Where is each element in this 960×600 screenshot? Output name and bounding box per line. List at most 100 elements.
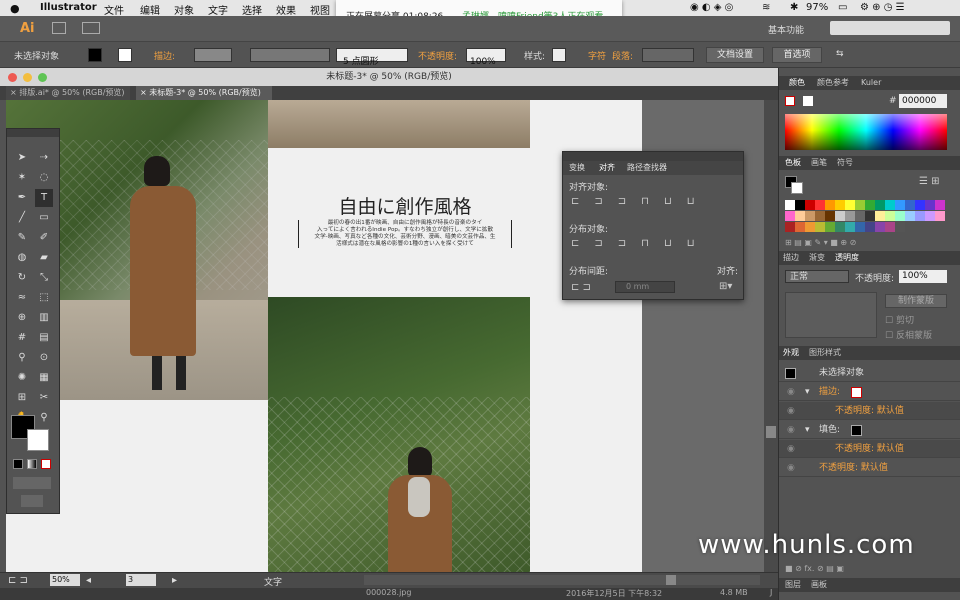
swatch-view-buttons[interactable]: ☰ ⊞ — [919, 176, 947, 188]
warp-tool-icon[interactable]: ≈ — [13, 289, 31, 307]
artboard-tool-icon[interactable]: ⊞ — [13, 389, 31, 407]
appearance-object-row[interactable]: 未选择对象 — [779, 364, 960, 382]
fill-opacity-label[interactable]: 不透明度: 默认值 — [835, 440, 904, 458]
column-graph-tool-icon[interactable]: ▦ — [35, 369, 53, 387]
transparency-opacity-field[interactable]: 100% — [899, 270, 947, 283]
fill-thumbnail[interactable] — [851, 425, 862, 436]
tab-transparency[interactable]: 透明度 — [835, 251, 859, 265]
distribute-objects-buttons[interactable]: ⊏⊐⊐⊓⊔⊔ — [571, 238, 737, 252]
color-swatch[interactable] — [875, 222, 885, 232]
clip-checkbox[interactable]: ☐ 剪切 — [885, 313, 914, 326]
menu-edit[interactable]: 编辑 — [140, 2, 160, 17]
tab-artboards[interactable]: 画板 — [811, 578, 827, 592]
paragraph-align-buttons[interactable] — [642, 48, 694, 62]
preferences-button[interactable]: 首选项 — [772, 47, 822, 63]
tab-symbols[interactable]: 符号 — [837, 156, 853, 170]
opacity-label[interactable]: 不透明度: — [418, 49, 457, 62]
expand-arrow-icon[interactable]: ▾ — [805, 421, 810, 439]
style-swatch[interactable] — [552, 48, 566, 62]
appearance-fill-opacity-row[interactable]: ◉ 不透明度: 默认值 — [779, 440, 960, 458]
artboard-body-text[interactable]: 最初の春の出1番が映画、自由に創作風格が特長の音楽のタイ 入ってによく言われるI… — [298, 220, 512, 248]
color-swatch[interactable] — [785, 222, 795, 232]
zoom-window-button[interactable] — [38, 73, 47, 82]
status-icons[interactable]: ⊏ ⊐ — [8, 575, 28, 586]
eraser-tool-icon[interactable]: ▰ — [35, 249, 53, 267]
swatch-panel-footer[interactable]: ⊞ ▤ ▣ ✎ ▾ ■ ⊕ ⊘ — [785, 238, 947, 248]
paintbrush-tool-icon[interactable]: ✎ — [13, 229, 31, 247]
color-mode-button[interactable] — [13, 459, 23, 469]
appearance-stroke-row[interactable]: ◉ ▾ 描边: — [779, 383, 960, 401]
battery-icon[interactable]: ▭ — [838, 2, 847, 13]
zoom-field[interactable]: 50% — [50, 574, 80, 586]
symbol-sprayer-tool-icon[interactable]: ✺ — [13, 369, 31, 387]
appearance-stroke-label[interactable]: 描边: — [819, 383, 840, 401]
color-swatch[interactable] — [885, 222, 895, 232]
align-objects-buttons[interactable]: ⊏⊐⊐⊓⊔⊔ — [571, 196, 737, 210]
lasso-tool-icon[interactable]: ◌ — [35, 169, 53, 187]
finder-row[interactable]: 000028.jpg 2016年12月5日 下午8:32 4.8 MB J — [0, 588, 778, 600]
tab-brushes[interactable]: 画笔 — [811, 156, 827, 170]
tab-pathfinder[interactable]: 路径查找器 — [627, 161, 667, 175]
color-swatch[interactable] — [885, 200, 895, 210]
color-swatch[interactable] — [845, 211, 855, 221]
appearance-fill-row[interactable]: ◉ ▾ 填色: — [779, 421, 960, 439]
tab-stroke[interactable]: 描边 — [783, 251, 799, 265]
photo-top-steps[interactable] — [268, 100, 530, 148]
color-swatch[interactable] — [865, 222, 875, 232]
color-swatch[interactable] — [855, 222, 865, 232]
character-link[interactable]: 字符 — [588, 49, 606, 62]
expand-arrow-icon[interactable]: ▾ — [805, 383, 810, 401]
stroke-swatch[interactable] — [118, 48, 132, 62]
magic-wand-tool-icon[interactable]: ✶ — [13, 169, 31, 187]
color-swatch[interactable] — [845, 222, 855, 232]
shape-builder-tool-icon[interactable]: ⊕ — [13, 309, 31, 327]
invert-mask-checkbox[interactable]: ☐ 反相蒙版 — [885, 328, 932, 341]
menu-object[interactable]: 对象 — [174, 2, 194, 17]
mesh-tool-icon[interactable]: # — [13, 329, 31, 347]
direct-selection-tool-icon[interactable]: ⇢ — [35, 149, 53, 167]
draw-mode-buttons[interactable] — [13, 477, 51, 489]
menu-select[interactable]: 选择 — [242, 2, 262, 17]
appearance-opacity-row[interactable]: ◉ 不透明度: 默认值 — [779, 459, 960, 477]
color-swatch[interactable] — [825, 222, 835, 232]
type-tool-icon[interactable]: T — [35, 189, 53, 207]
color-swatch[interactable] — [785, 200, 795, 210]
color-swatch[interactable] — [905, 211, 915, 221]
control-icons[interactable]: ⚙ ⊕ ◷ ☰ — [860, 2, 905, 13]
stroke-thumbnail[interactable] — [851, 387, 862, 398]
bluetooth-icon[interactable]: ✱ — [790, 2, 798, 13]
color-swatch[interactable] — [805, 211, 815, 221]
tab-align[interactable]: 对齐 — [599, 161, 615, 175]
visibility-eye-icon[interactable]: ◉ — [787, 440, 795, 458]
rectangle-tool-icon[interactable]: ▭ — [35, 209, 53, 227]
blend-tool-icon[interactable]: ⊙ — [35, 349, 53, 367]
color-swatch[interactable] — [795, 211, 805, 221]
stroke-color-box[interactable] — [27, 429, 49, 451]
blob-brush-tool-icon[interactable]: ◍ — [13, 249, 31, 267]
close-window-button[interactable] — [8, 73, 17, 82]
minimize-window-button[interactable] — [23, 73, 32, 82]
color-swatch[interactable] — [865, 211, 875, 221]
artboard-number-field[interactable]: 3 — [126, 574, 156, 586]
workspace-switcher[interactable]: 基本功能 — [768, 23, 804, 36]
color-swatch[interactable] — [795, 200, 805, 210]
color-swatch[interactable] — [825, 200, 835, 210]
pen-tool-icon[interactable]: ✒ — [13, 189, 31, 207]
tools-panel-header[interactable] — [7, 129, 59, 137]
color-swatch[interactable] — [845, 200, 855, 210]
apple-icon[interactable]: ● — [10, 2, 20, 15]
app-menu[interactable]: Illustrator — [40, 2, 97, 13]
fill-swatch[interactable] — [88, 48, 102, 62]
artboard-nav-next[interactable]: ▸ — [172, 575, 177, 586]
search-input[interactable] — [830, 21, 950, 35]
current-stroke-swatch[interactable] — [791, 182, 803, 194]
scale-tool-icon[interactable]: ⤡ — [35, 269, 53, 287]
tab-kuler[interactable]: Kuler — [861, 76, 881, 90]
artboard-nav-prev[interactable]: ◂ — [86, 575, 91, 586]
color-spectrum[interactable] — [785, 114, 947, 150]
color-swatch[interactable] — [935, 200, 945, 210]
color-swatch[interactable] — [915, 200, 925, 210]
color-swatch[interactable] — [855, 211, 865, 221]
menu-view[interactable]: 视图 — [310, 2, 330, 17]
horizontal-scrollbar[interactable] — [364, 575, 760, 585]
